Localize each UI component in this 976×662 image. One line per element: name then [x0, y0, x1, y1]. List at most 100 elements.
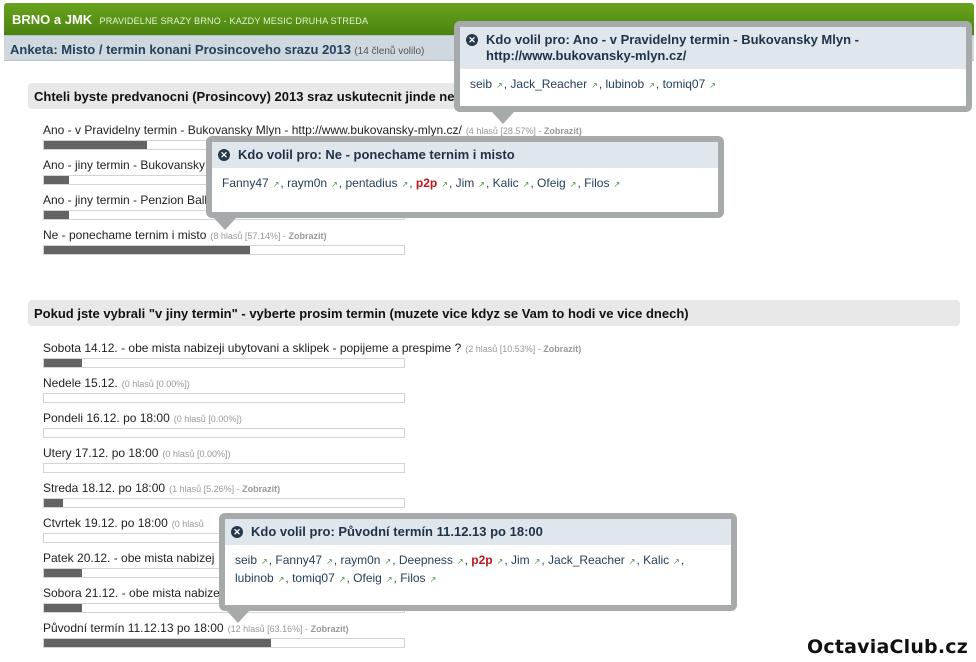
external-link-icon[interactable]: ↗	[496, 81, 503, 90]
poll-option: Původní termín 11.12.13 po 18:00 (12 hlas…	[43, 621, 405, 648]
poll-option-bar-fill	[44, 639, 272, 647]
close-icon[interactable]: ✕	[466, 34, 478, 46]
voters-popup: ✕ Kdo volil pro: Ano - v Pravidelny termi…	[454, 21, 972, 124]
external-link-icon[interactable]: ↗	[326, 557, 333, 566]
poll-option-bar-fill	[44, 499, 63, 507]
poll-option: Patek 20.12. - obe mista nabizej	[43, 551, 405, 578]
external-link-icon[interactable]: ↗	[430, 575, 437, 584]
external-link-icon[interactable]: ↗	[648, 81, 655, 90]
popup-pointer	[214, 218, 236, 230]
poll-option-label: Ano - jiny termin - Bukovansky M	[43, 158, 219, 172]
voters-popup: ✕ Kdo volil pro: Původní termín 11.12.13 …	[219, 513, 737, 623]
show-voters-link[interactable]: Zobrazit)	[543, 344, 581, 354]
voter-name-link[interactable]: raym0n	[340, 553, 380, 567]
poll-option-label: Ano - v Pravidelny termin - Bukovansky M…	[43, 123, 462, 137]
poll-option-votes: (12 hlasů [63.16%] - Zobrazit)	[227, 624, 349, 634]
external-link-icon[interactable]: ↗	[278, 575, 285, 584]
voter-name-link[interactable]: Deepness	[399, 553, 453, 567]
external-link-icon[interactable]: ↗	[273, 180, 280, 189]
voter-name-link[interactable]: Fanny47	[275, 553, 322, 567]
poll-option-votes: (0 hlasů [0.00%])	[121, 379, 190, 389]
poll-option-label: Streda 18.12. po 18:00	[43, 481, 166, 495]
external-link-icon[interactable]: ↗	[384, 557, 391, 566]
external-link-icon[interactable]: ↗	[386, 575, 393, 584]
voter-name-link[interactable]: Jack_Reacher	[510, 77, 587, 91]
show-voters-link[interactable]: Zobrazit)	[311, 624, 349, 634]
voter-name-link[interactable]: Kalic	[643, 553, 669, 567]
poll-option-label: Původní termín 11.12.13 po 18:00	[43, 621, 224, 635]
poll-option-bar-fill	[44, 359, 82, 367]
external-link-icon[interactable]: ↗	[613, 180, 620, 189]
external-link-icon[interactable]: ↗	[497, 557, 504, 566]
poll-option-bar-fill	[44, 569, 82, 577]
site-watermark: OctaviaClub.cz	[807, 636, 968, 658]
external-link-icon[interactable]: ↗	[591, 81, 598, 90]
poll-member-count: (14 členů volilo)	[354, 46, 425, 57]
poll-option-label: Ctvrtek 19.12. po 18:00	[43, 516, 168, 530]
voter-name-link[interactable]: Fanny47	[222, 176, 269, 190]
voter-name-link[interactable]: Filos	[584, 176, 609, 190]
voter-name-link[interactable]: Jim	[456, 176, 475, 190]
external-link-icon[interactable]: ↗	[478, 180, 485, 189]
voter-name-link[interactable]: raym0n	[287, 176, 327, 190]
external-link-icon[interactable]: ↗	[261, 557, 268, 566]
voter-name-link[interactable]: Jack_Reacher	[548, 553, 625, 567]
forum-description: PRAVIDELNE SRAZY BRNO - KAZDY MESIC DRUH…	[99, 16, 369, 26]
voter-name-link[interactable]: Kalic	[493, 176, 519, 190]
voter-name-link[interactable]: seib	[470, 77, 492, 91]
popup-pointer	[492, 112, 514, 124]
poll-option: Pondeli 16.12. po 18:00 (0 hlasů [0.00%])	[43, 411, 405, 438]
voter-name-link[interactable]: Ofeig	[537, 176, 566, 190]
voter-name-link[interactable]: pentadius	[345, 176, 397, 190]
poll-option: Sobota 14.12. - obe mista nabizeji ubyto…	[43, 341, 582, 368]
poll-option-bar	[43, 428, 405, 438]
show-voters-link[interactable]: Zobrazit)	[288, 231, 326, 241]
external-link-icon[interactable]: ↗	[331, 180, 338, 189]
voters-popup-title: ✕ Kdo volil pro: Původní termín 11.12.13 …	[225, 519, 731, 545]
voter-name-link[interactable]: p2p	[416, 176, 437, 190]
external-link-icon[interactable]: ↗	[534, 557, 541, 566]
poll-option-label: Ne - ponechame ternim i misto	[43, 228, 207, 242]
forum-name[interactable]: BRNO a JMK	[12, 12, 92, 27]
poll-option-bar	[43, 498, 405, 508]
poll-option-bar	[43, 358, 405, 368]
external-link-icon[interactable]: ↗	[523, 180, 530, 189]
voter-name-link[interactable]: tomiq07	[663, 77, 706, 91]
poll-option-bar-fill	[44, 604, 82, 612]
voter-name-link[interactable]: p2p	[471, 553, 492, 567]
voter-name-link[interactable]: lubinob	[605, 77, 644, 91]
poll-option: Ano - v Pravidelny termin - Bukovansky M…	[43, 123, 582, 150]
voters-list: seib ↗, Jack_Reacher ↗, lubinob ↗, tomiq07 ↗	[470, 77, 716, 91]
voters-list: seib ↗, Fanny47 ↗, raym0n ↗, Deepness ↗, p2p…	[235, 553, 685, 585]
poll-option-label: Ano - jiny termin - Penzion Ballo	[43, 193, 214, 207]
close-icon[interactable]: ✕	[218, 149, 230, 161]
poll-option-votes: (2 hlasů [10.53%] - Zobrazit)	[465, 344, 582, 354]
poll-option-votes: (4 hlasů [28.57%] - Zobrazit)	[465, 126, 582, 136]
voter-name-link[interactable]: tomiq07	[292, 571, 335, 585]
poll-option-votes: (0 hlasů [0.00%])	[162, 449, 231, 459]
voters-list: Fanny47 ↗, raym0n ↗, pentadius ↗, p2p ↗, Jim…	[222, 176, 621, 190]
show-voters-link[interactable]: Zobrazit)	[242, 484, 280, 494]
voter-name-link[interactable]: Jim	[511, 553, 530, 567]
close-icon[interactable]: ✕	[231, 526, 243, 538]
poll-option-label: Sobora 21.12. - obe mista nabize	[43, 586, 220, 600]
poll-option-label: Patek 20.12. - obe mista nabizej	[43, 551, 215, 565]
voter-name-link[interactable]: Filos	[400, 571, 425, 585]
poll-option: Ne - ponechame ternim i misto (8 hlasů [5…	[43, 228, 405, 255]
external-link-icon[interactable]: ↗	[673, 557, 680, 566]
external-link-icon[interactable]: ↗	[570, 180, 577, 189]
external-link-icon[interactable]: ↗	[709, 81, 716, 90]
voter-name-link[interactable]: Ofeig	[353, 571, 382, 585]
popup-pointer	[227, 611, 249, 623]
poll-option: Utery 17.12. po 18:00 (0 hlasů [0.00%])	[43, 446, 405, 473]
external-link-icon[interactable]: ↗	[457, 557, 464, 566]
question-heading-2: Pokud jste vybrali "v jiny termin" - vyb…	[28, 300, 960, 326]
external-link-icon[interactable]: ↗	[402, 180, 409, 189]
external-link-icon[interactable]: ↗	[339, 575, 346, 584]
show-voters-link[interactable]: Zobrazit)	[544, 126, 582, 136]
external-link-icon[interactable]: ↗	[629, 557, 636, 566]
external-link-icon[interactable]: ↗	[441, 180, 448, 189]
poll-option-bar	[43, 463, 405, 473]
voter-name-link[interactable]: seib	[235, 553, 257, 567]
voter-name-link[interactable]: lubinob	[235, 571, 274, 585]
